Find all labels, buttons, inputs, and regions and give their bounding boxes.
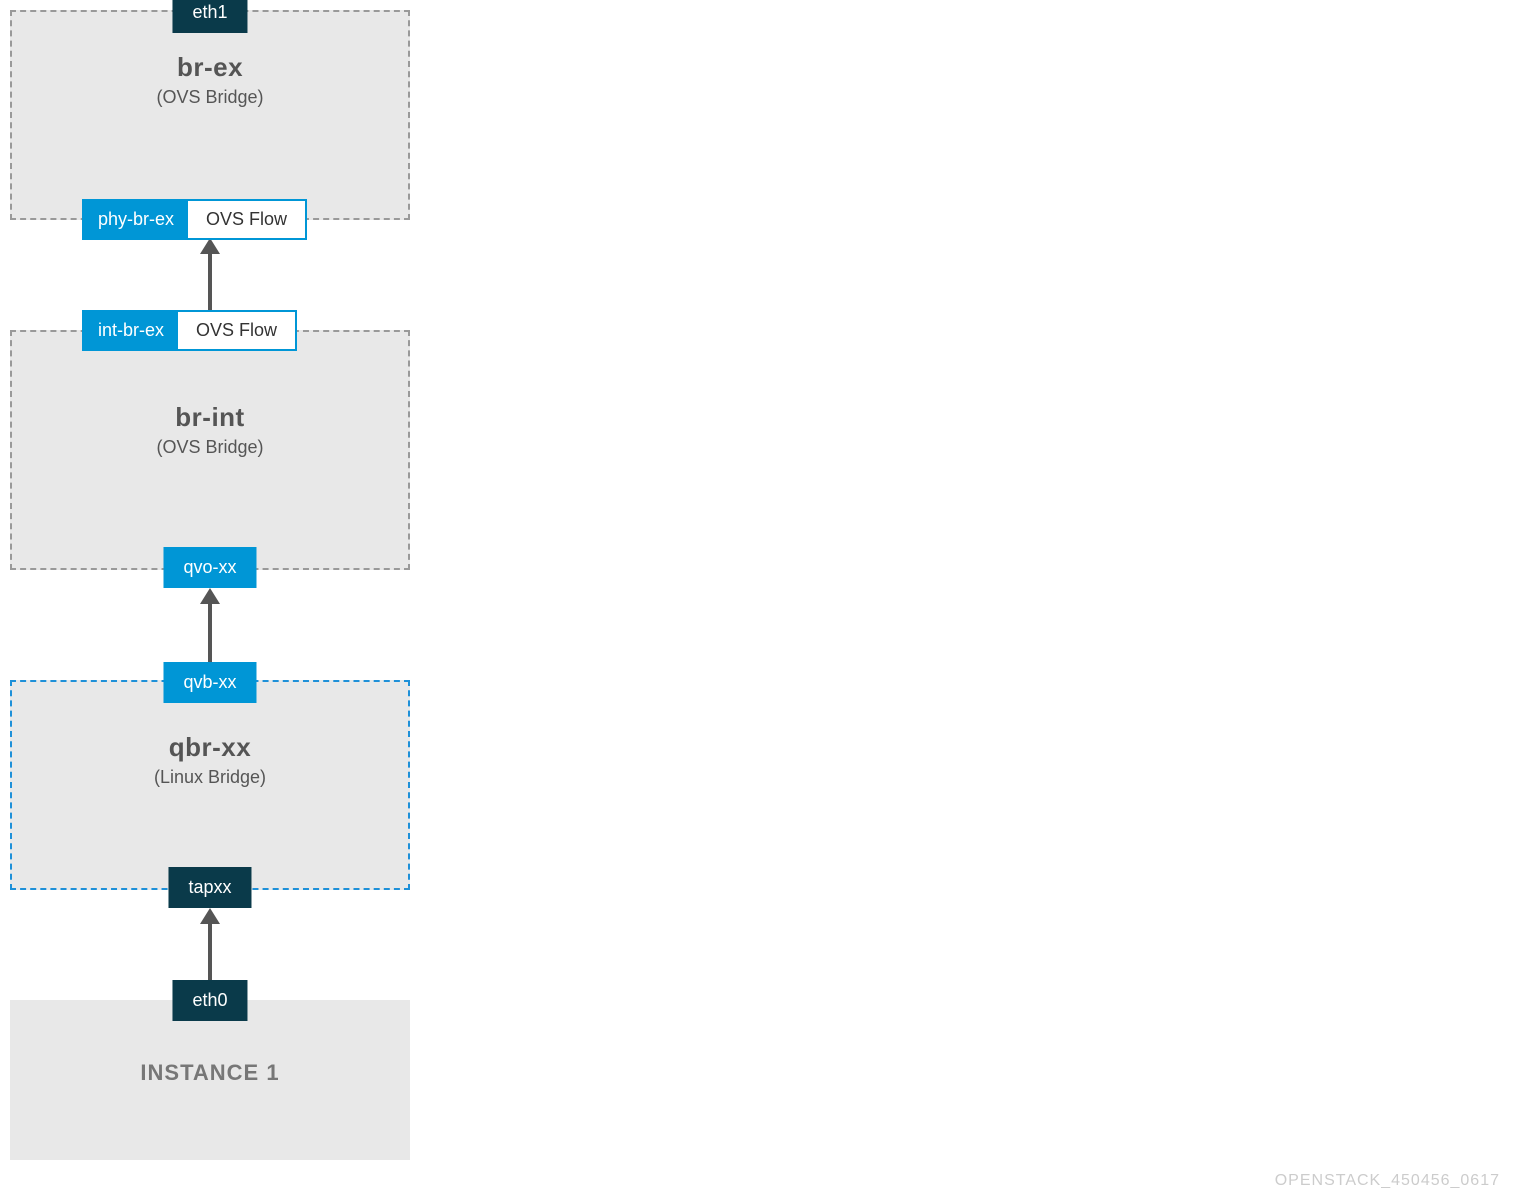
qvb-xx-badge: qvb-xx [163,662,256,703]
tapxx-badge: tapxx [168,867,251,908]
arrow-brint-qbr [208,600,212,670]
instance-box: eth0 INSTANCE 1 [10,1000,410,1160]
br-int-title: br-int [32,402,388,433]
ovs-flow-label-1: OVS Flow [188,201,305,238]
qbr-xx-title: qbr-xx [32,732,388,763]
eth1-badge: eth1 [172,0,247,33]
br-ex-subtitle: (OVS Bridge) [32,87,388,108]
eth0-badge: eth0 [172,980,247,1021]
br-int-subtitle: (OVS Bridge) [32,437,388,458]
qbr-xx-box: qvb-xx qbr-xx (Linux Bridge) tapxx [10,680,410,890]
br-int-box: int-br-ex OVS Flow br-int (OVS Bridge) q… [10,330,410,570]
int-br-ex-pair: int-br-ex OVS Flow [82,310,297,351]
phy-br-ex-pair: phy-br-ex OVS Flow [82,199,307,240]
qvo-xx-badge: qvo-xx [163,547,256,588]
ovs-flow-label-2: OVS Flow [178,312,295,349]
instance-title: INSTANCE 1 [30,1060,390,1086]
br-ex-box: eth1 br-ex (OVS Bridge) phy-br-ex OVS Fl… [10,10,410,220]
phy-br-ex-label: phy-br-ex [84,201,188,238]
int-br-ex-label: int-br-ex [84,312,178,349]
br-ex-title: br-ex [32,52,388,83]
network-diagram: eth1 br-ex (OVS Bridge) phy-br-ex OVS Fl… [10,10,410,1160]
footer-label: OPENSTACK_450456_0617 [1275,1172,1500,1190]
qbr-xx-subtitle: (Linux Bridge) [32,767,388,788]
